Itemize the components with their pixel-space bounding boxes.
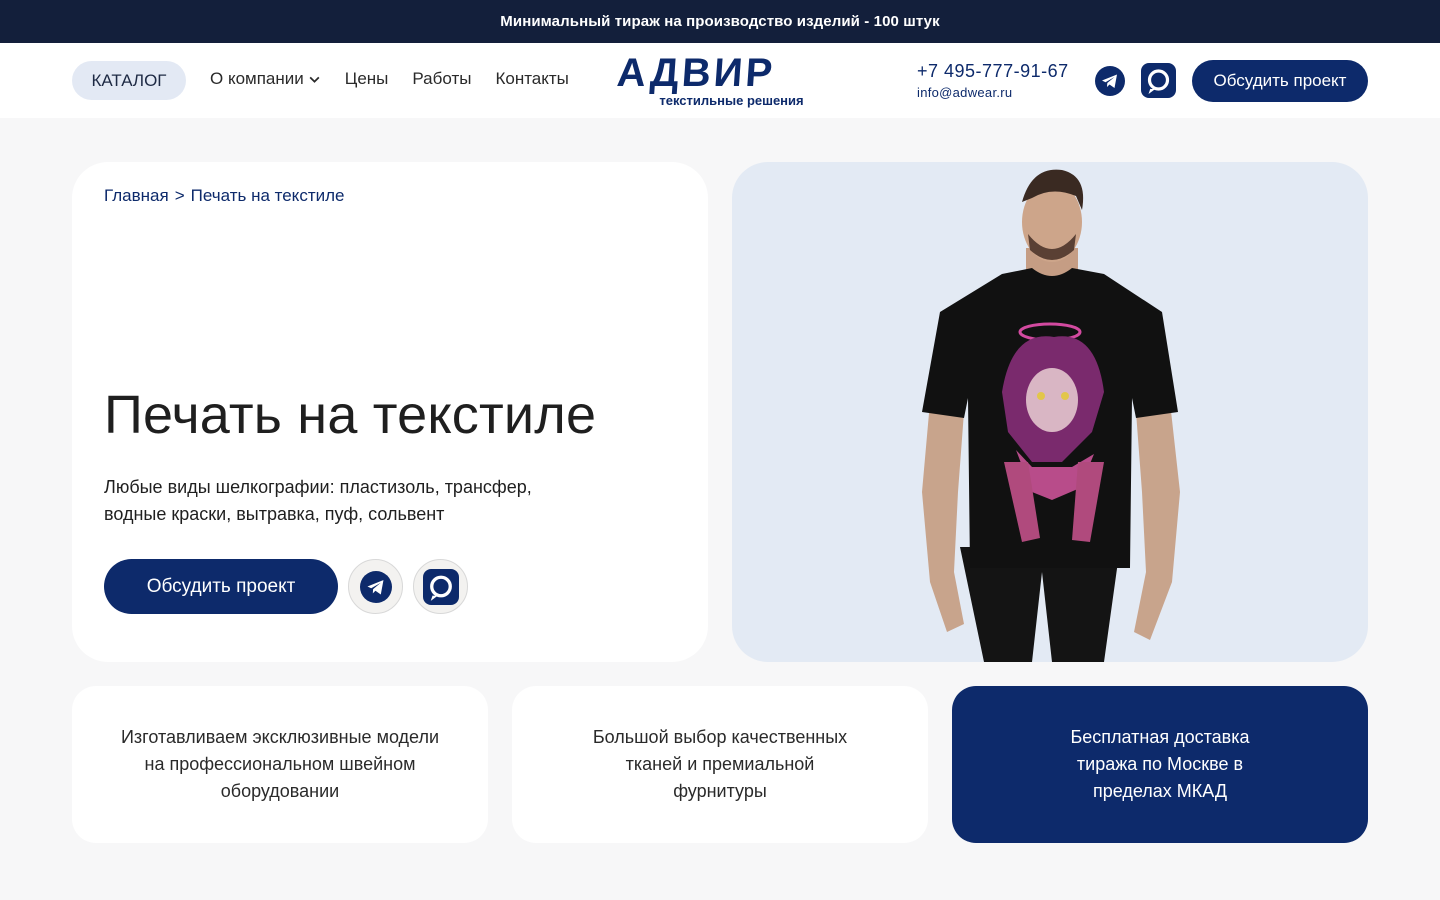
logo-brand: АДВИР xyxy=(615,51,777,95)
nav-item-label: Работы xyxy=(412,69,472,88)
max-messenger-icon xyxy=(422,568,459,605)
model-in-printed-tshirt-image xyxy=(922,169,1180,662)
hero-product-photo xyxy=(732,162,1368,662)
chevron-down-icon xyxy=(309,76,320,83)
site-header: КАТАЛОГ О компании Цены Работы Контакты … xyxy=(0,43,1440,118)
hero-telegram-button[interactable] xyxy=(348,559,403,614)
promo-bar: Минимальный тираж на производство издели… xyxy=(0,0,1440,43)
site-logo[interactable]: АДВИР текстильные решения xyxy=(615,51,822,109)
telegram-icon[interactable] xyxy=(1095,66,1125,96)
hero-description: Любые виды шелкографии: пластизоль, тран… xyxy=(104,477,532,524)
nav-item-about[interactable]: О компании xyxy=(210,69,321,89)
discuss-project-button[interactable]: Обсудить проект xyxy=(1192,60,1368,102)
nav-item-label: О компании xyxy=(210,69,304,88)
breadcrumb-home[interactable]: Главная xyxy=(104,186,169,206)
feature-text: Бесплатная доставка тиража по Москве в п… xyxy=(1070,727,1250,801)
nav-item-label: Контакты xyxy=(495,69,569,88)
feature-card-equipment: Изготавливаем эксклюзивные модели на про… xyxy=(72,686,488,843)
feature-card-delivery: Бесплатная доставка тиража по Москве в п… xyxy=(952,686,1368,843)
promo-text: Минимальный тираж на производство издели… xyxy=(500,13,940,30)
nav-item-contacts[interactable]: Контакты xyxy=(495,69,568,89)
email-link[interactable]: info@adwear.ru xyxy=(917,85,1069,100)
logo-tagline: текстильные решения xyxy=(659,93,804,108)
page-title: Печать на текстиле xyxy=(104,385,597,445)
breadcrumb: Главная > Печать на текстиле xyxy=(104,186,344,206)
hero-card: Главная > Печать на текстиле Печать на т… xyxy=(72,162,708,662)
hero-discuss-project-button[interactable]: Обсудить проект xyxy=(104,559,338,614)
catalog-button[interactable]: КАТАЛОГ xyxy=(72,61,186,100)
main-nav: О компании Цены Работы Контакты xyxy=(210,69,569,89)
nav-item-prices[interactable]: Цены xyxy=(345,69,389,89)
telegram-icon xyxy=(359,570,392,603)
breadcrumb-separator: > xyxy=(174,186,185,205)
max-messenger-icon[interactable] xyxy=(1141,63,1176,98)
feature-text: Изготавливаем эксклюзивные модели на про… xyxy=(120,727,440,801)
nav-item-label: Цены xyxy=(344,69,389,88)
breadcrumb-current: Печать на текстиле xyxy=(190,186,345,205)
header-contacts: +7 495-777-91-67 info@adwear.ru xyxy=(917,61,1069,100)
phone-link[interactable]: +7 495-777-91-67 xyxy=(917,61,1069,82)
nav-item-works[interactable]: Работы xyxy=(412,69,471,89)
feature-text: Большой выбор качественных тканей и прем… xyxy=(592,727,848,801)
feature-card-fabrics: Большой выбор качественных тканей и прем… xyxy=(512,686,928,843)
hero-max-button[interactable] xyxy=(413,559,468,614)
